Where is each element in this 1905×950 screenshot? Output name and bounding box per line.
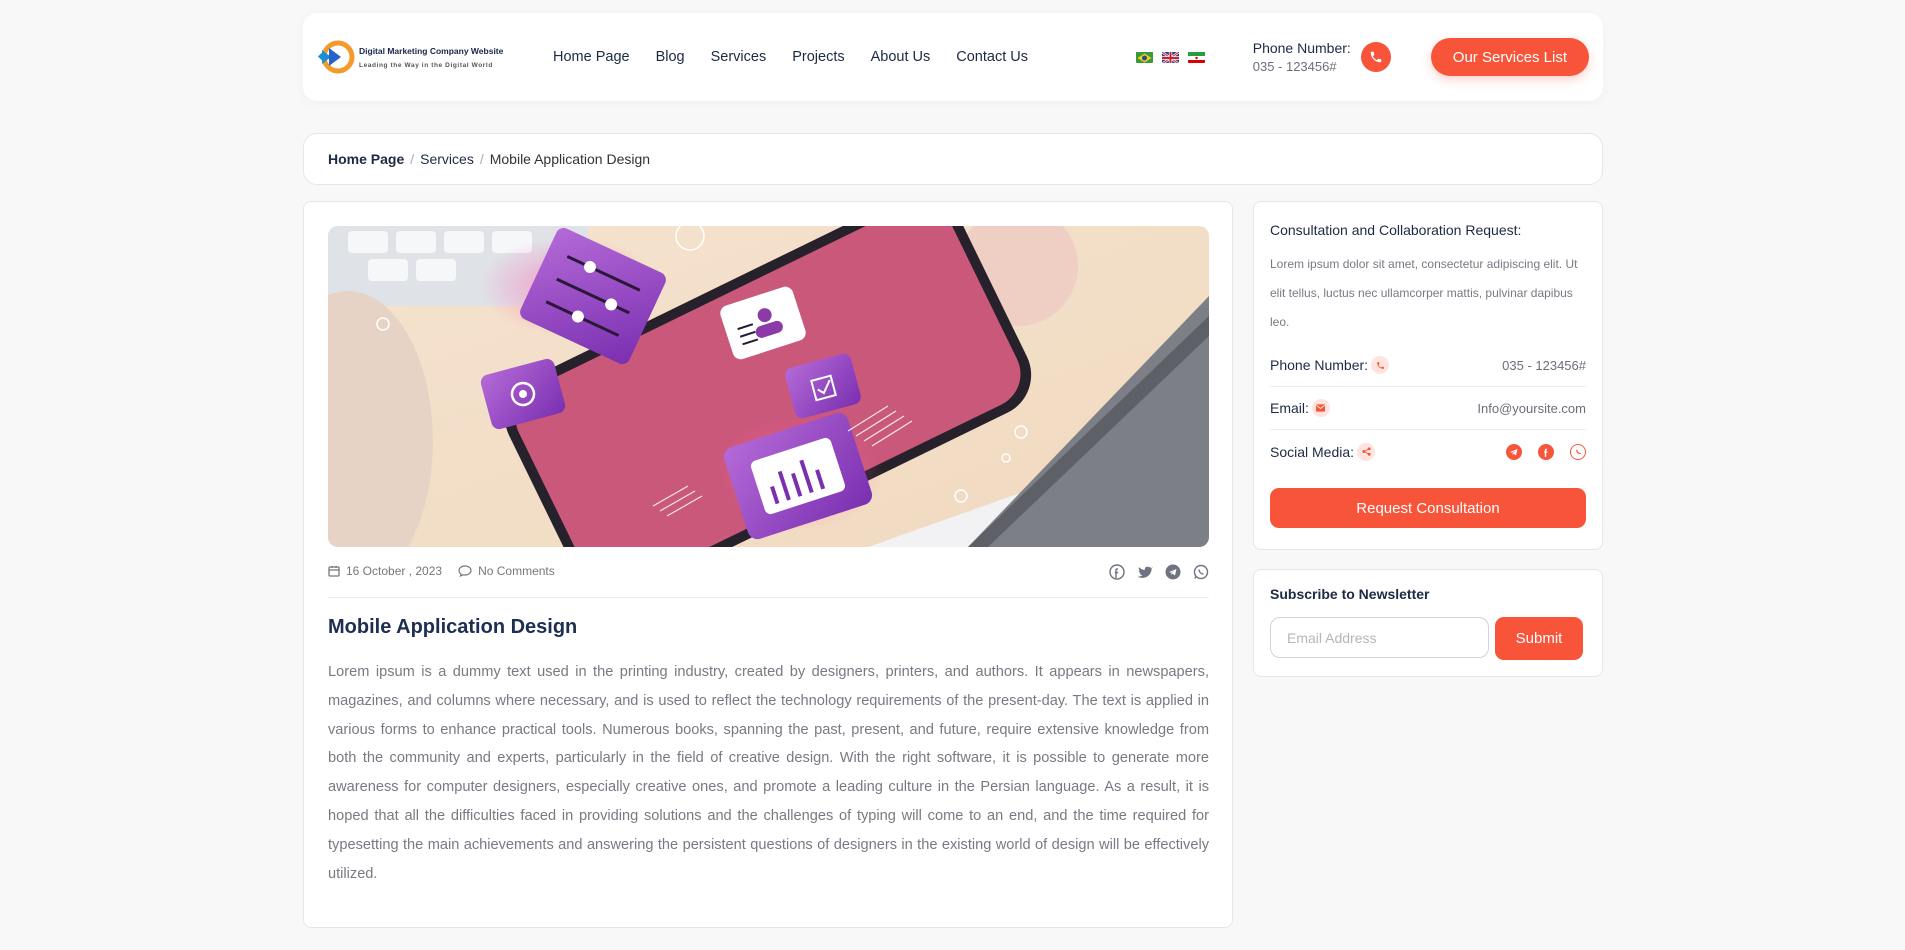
site-header: Digital Marketing Company Website Leadin… xyxy=(303,13,1603,101)
post-date-text: 16 October , 2023 xyxy=(346,564,443,578)
phone-icon[interactable] xyxy=(1360,42,1391,72)
breadcrumb-separator: / xyxy=(410,151,415,167)
consult-social-row: Social Media: xyxy=(1270,430,1586,473)
consult-social-label: Social Media: xyxy=(1270,443,1355,460)
post-comments-text: No Comments xyxy=(478,564,555,578)
post-comments[interactable]: No Comments xyxy=(458,564,555,578)
iran-flag-icon[interactable] xyxy=(1187,51,1205,63)
newsletter-email-input[interactable] xyxy=(1270,617,1489,658)
telegram-icon[interactable] xyxy=(1506,443,1522,460)
consult-phone-value[interactable]: 035 - 123456# xyxy=(1502,358,1586,373)
article-meta: 16 October , 2023 No Comments xyxy=(328,564,1209,598)
consult-phone-label: Phone Number: xyxy=(1270,357,1369,373)
consultation-card: Consultation and Collaboration Request: … xyxy=(1253,201,1603,550)
consult-email-value[interactable]: Info@yoursite.com xyxy=(1477,401,1586,416)
comment-icon xyxy=(458,565,472,577)
phone-label: Phone Number: xyxy=(1252,40,1351,56)
phone-icon xyxy=(1371,356,1390,374)
breadcrumb-home[interactable]: Home Page xyxy=(328,151,404,167)
breadcrumb-separator: / xyxy=(479,151,484,167)
consult-email-row: Email: Info@yoursite.com xyxy=(1270,387,1586,430)
logo-subtitle: Leading the Way in the Digital World xyxy=(359,61,493,69)
newsletter-card: Subscribe to Newsletter Submit xyxy=(1253,569,1603,677)
share-icons xyxy=(1097,564,1209,580)
logo-title: Digital Marketing Company Website xyxy=(359,45,504,56)
logo[interactable]: Digital Marketing Company Website Leadin… xyxy=(317,38,523,76)
breadcrumb-services[interactable]: Services xyxy=(420,151,474,167)
mobile-app-illustration xyxy=(328,226,1209,547)
consultation-title: Consultation and Collaboration Request: xyxy=(1270,222,1522,238)
post-date: 16 October , 2023 xyxy=(328,564,442,578)
telegram-icon[interactable] xyxy=(1165,564,1181,580)
breadcrumb: Home Page / Services / Mobile Applicatio… xyxy=(303,133,1603,185)
twitter-icon[interactable] xyxy=(1137,564,1153,580)
newsletter-form: Submit xyxy=(1270,617,1586,660)
consult-phone-row: Phone Number: 035 - 123456# xyxy=(1270,344,1586,387)
request-consultation-button[interactable]: Request Consultation xyxy=(1270,488,1586,528)
facebook-icon[interactable] xyxy=(1109,564,1125,580)
post-body: Lorem ipsum is a dummy text used in the … xyxy=(328,664,1209,882)
language-switcher xyxy=(1127,51,1205,63)
header-phone: Phone Number: 035 - 123456# xyxy=(1253,40,1391,74)
logo-mark-icon xyxy=(317,38,355,76)
breadcrumb-current: Mobile Application Design xyxy=(489,151,651,167)
nav-projects[interactable]: Projects xyxy=(792,49,844,65)
newsletter-title: Subscribe to Newsletter xyxy=(1270,586,1430,602)
nav-home-page[interactable]: Home Page xyxy=(553,49,630,65)
envelope-icon xyxy=(1311,399,1330,417)
post-title: Mobile Application Design xyxy=(328,616,578,638)
nav-contact-us[interactable]: Contact Us xyxy=(956,49,1028,65)
consultation-description: Lorem ipsum dolor sit amet, consectetur … xyxy=(1270,257,1578,329)
nav-about-us[interactable]: About Us xyxy=(871,49,931,65)
calendar-icon xyxy=(328,566,340,577)
share-icon xyxy=(1357,442,1376,461)
brazil-flag-icon[interactable] xyxy=(1135,51,1153,63)
nav-services[interactable]: Services xyxy=(711,49,767,65)
facebook-icon[interactable] xyxy=(1538,443,1554,460)
consult-email-label: Email: xyxy=(1270,400,1309,416)
whatsapp-icon[interactable] xyxy=(1570,443,1586,460)
article-card: 16 October , 2023 No Comments Mobile App… xyxy=(303,201,1233,928)
phone-number: 035 - 123456# xyxy=(1252,59,1337,74)
main-nav: Home Page Blog Services Projects About U… xyxy=(553,49,1054,65)
newsletter-submit-button[interactable]: Submit xyxy=(1495,617,1583,660)
nav-blog[interactable]: Blog xyxy=(656,49,685,65)
whatsapp-icon[interactable] xyxy=(1193,564,1209,580)
our-services-list-button[interactable]: Our Services List xyxy=(1430,38,1589,76)
uk-flag-icon[interactable] xyxy=(1161,51,1179,63)
